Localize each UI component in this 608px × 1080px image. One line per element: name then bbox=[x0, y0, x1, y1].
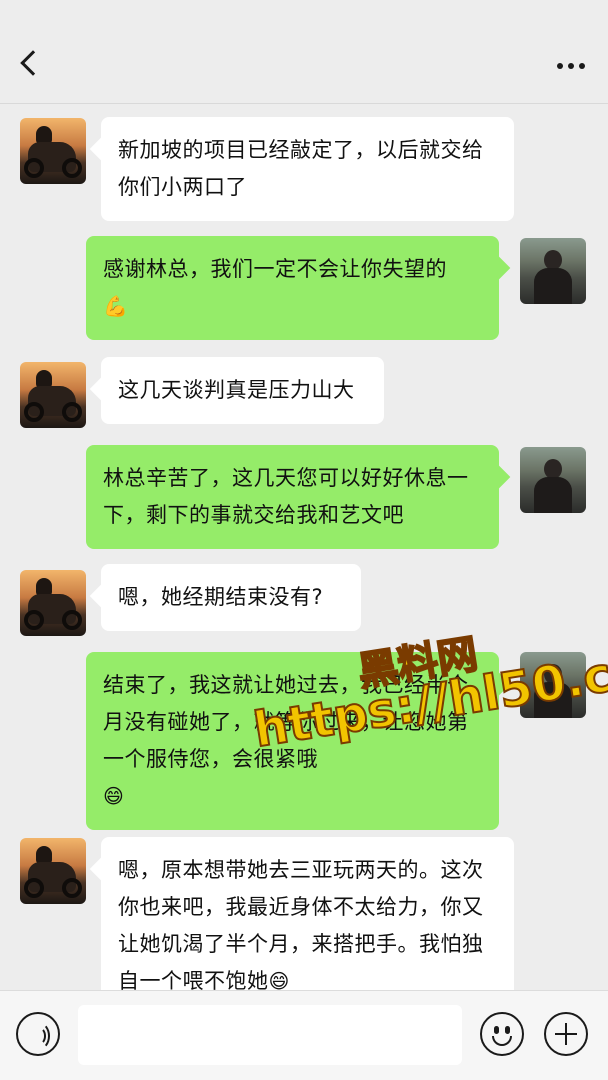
message-input[interactable] bbox=[78, 1005, 462, 1065]
avatar[interactable] bbox=[20, 118, 86, 184]
emoji-icon[interactable] bbox=[480, 1012, 524, 1056]
message-text: 结束了，我这就让她过去，我已经半个月没有碰她了，就等你过来，让您她第一个服侍您，… bbox=[103, 673, 469, 771]
message-row: 嗯，她经期结束没有? bbox=[0, 556, 608, 636]
chat-header bbox=[0, 0, 608, 104]
message-text: 嗯，她经期结束没有? bbox=[118, 585, 324, 609]
message-list[interactable]: 新加坡的项目已经敲定了，以后就交给你们小两口了 感谢林总，我们一定不会让你失望的… bbox=[0, 104, 608, 990]
avatar-wheel bbox=[62, 158, 82, 178]
avatar-wheel bbox=[62, 402, 82, 422]
message-text: 林总辛苦了，这几天您可以好好休息一下，剩下的事就交给我和艺文吧 bbox=[103, 466, 469, 527]
avatar-wheel bbox=[24, 402, 44, 422]
avatar[interactable] bbox=[520, 238, 586, 304]
message-text: 嗯，原本想带她去三亚玩两天的。这次你也来吧，我最近身体不太给力，你又让她饥渴了半… bbox=[118, 858, 484, 990]
message-row: 嗯，原本想带她去三亚玩两天的。这次你也来吧，我最近身体不太给力，你又让她饥渴了半… bbox=[0, 824, 608, 990]
avatar-head bbox=[544, 664, 562, 684]
input-bar bbox=[0, 990, 608, 1080]
emoji-eye bbox=[505, 1026, 510, 1034]
emoji-eye bbox=[494, 1026, 499, 1034]
avatar-head bbox=[544, 459, 562, 479]
message-row: 感谢林总，我们一定不会让你失望的 💪 bbox=[0, 230, 608, 342]
plus-icon[interactable] bbox=[544, 1012, 588, 1056]
avatar-body bbox=[534, 682, 572, 718]
message-text: 新加坡的项目已经敲定了，以后就交给你们小两口了 bbox=[118, 138, 484, 199]
message-bubble[interactable]: 嗯，原本想带她去三亚玩两天的。这次你也来吧，我最近身体不太给力，你又让她饥渴了半… bbox=[101, 837, 514, 990]
avatar[interactable] bbox=[520, 652, 586, 718]
message-text: 感谢林总，我们一定不会让你失望的 bbox=[103, 257, 447, 281]
emoji-mouth bbox=[492, 1036, 512, 1046]
flexed-biceps-emoji: 💪 bbox=[103, 294, 129, 318]
message-bubble[interactable]: 新加坡的项目已经敲定了，以后就交给你们小两口了 bbox=[101, 117, 514, 221]
avatar-body bbox=[534, 268, 572, 304]
avatar-wheel bbox=[24, 158, 44, 178]
message-row: 这几天谈判真是压力山大 bbox=[0, 348, 608, 428]
message-bubble[interactable]: 林总辛苦了，这几天您可以好好休息一下，剩下的事就交给我和艺文吧 bbox=[86, 445, 499, 549]
voice-icon[interactable] bbox=[16, 1012, 60, 1056]
message-row: 结束了，我这就让她过去，我已经半个月没有碰她了，就等你过来，让您她第一个服侍您，… bbox=[0, 644, 608, 830]
avatar-head bbox=[544, 250, 562, 270]
avatar[interactable] bbox=[20, 570, 86, 636]
grinning-face-emoji: 😄 bbox=[268, 969, 290, 990]
avatar-wheel bbox=[62, 878, 82, 898]
message-bubble[interactable]: 感谢林总，我们一定不会让你失望的 💪 bbox=[86, 236, 499, 340]
message-row: 新加坡的项目已经敲定了，以后就交给你们小两口了 bbox=[0, 104, 608, 224]
more-dots-icon[interactable] bbox=[568, 63, 574, 69]
message-bubble[interactable]: 这几天谈判真是压力山大 bbox=[101, 357, 384, 424]
avatar-body bbox=[534, 477, 572, 513]
avatar-wheel bbox=[24, 610, 44, 630]
avatar-wheel bbox=[24, 878, 44, 898]
avatar[interactable] bbox=[20, 838, 86, 904]
grinning-face-emoji: 😄 bbox=[103, 784, 125, 808]
message-bubble[interactable]: 结束了，我这就让她过去，我已经半个月没有碰她了，就等你过来，让您她第一个服侍您，… bbox=[86, 652, 499, 830]
message-row: 林总辛苦了，这几天您可以好好休息一下，剩下的事就交给我和艺文吧 bbox=[0, 439, 608, 551]
message-text: 这几天谈判真是压力山大 bbox=[118, 378, 355, 402]
avatar[interactable] bbox=[20, 362, 86, 428]
message-bubble[interactable]: 嗯，她经期结束没有? bbox=[101, 564, 361, 631]
chevron-left-icon[interactable] bbox=[20, 50, 46, 76]
avatar[interactable] bbox=[520, 447, 586, 513]
avatar-wheel bbox=[62, 610, 82, 630]
